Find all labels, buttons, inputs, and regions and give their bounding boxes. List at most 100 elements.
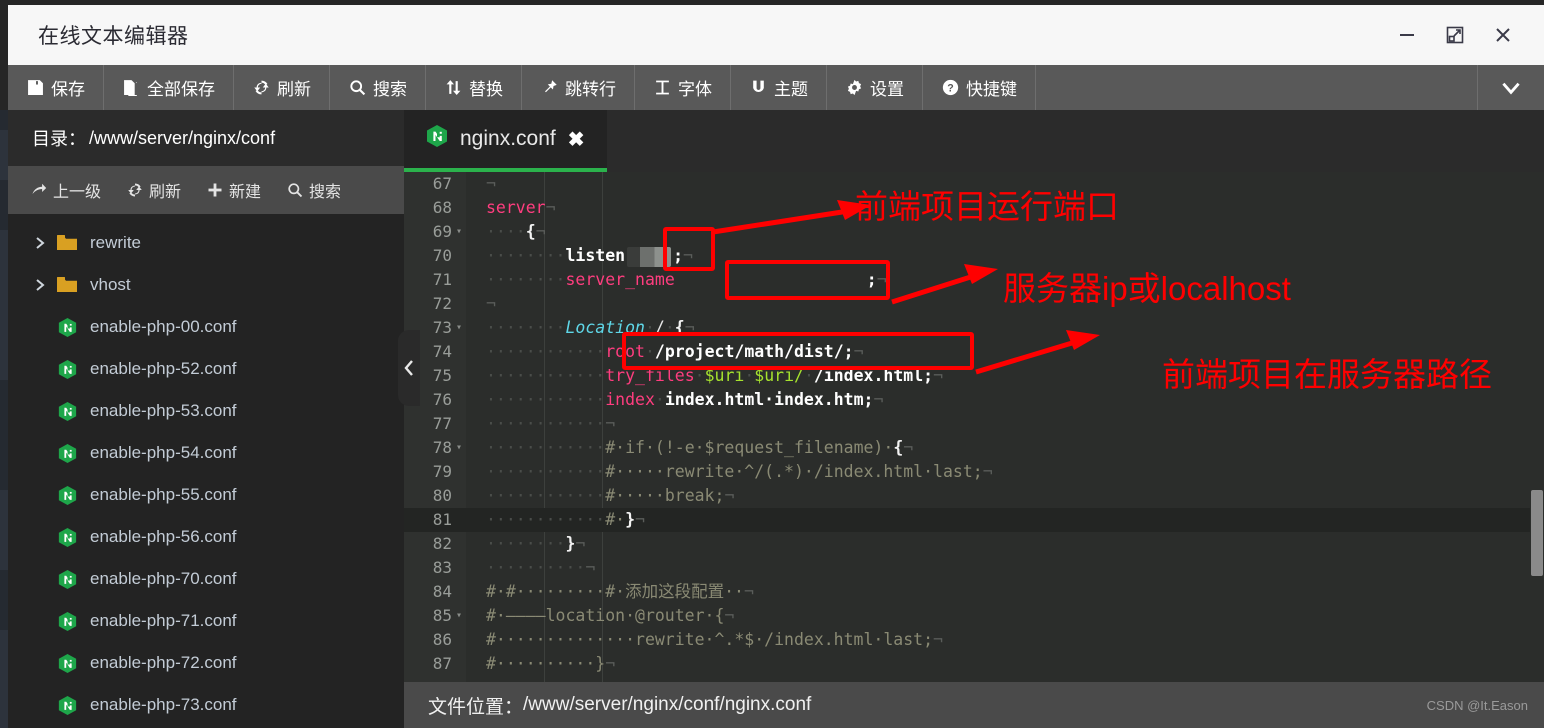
toolbar-item-label: 全部保存 — [147, 80, 215, 99]
sidebar-collapse-handle[interactable] — [398, 330, 420, 406]
file-name-label: enable-php-53.conf — [90, 401, 237, 420]
code-line[interactable]: 83 ··········¬ — [404, 556, 1544, 580]
editor-tab-bar: nginx.conf ✖ — [404, 110, 1544, 172]
toolbar-theme-button[interactable]: 主题 — [731, 65, 827, 110]
refresh-files-button[interactable]: 刷新 — [116, 178, 192, 202]
code-line[interactable]: 73 ▾ ········Location·/·{¬ — [404, 316, 1544, 340]
scrollbar-thumb[interactable] — [1531, 490, 1543, 576]
code-token: ¬ — [585, 558, 596, 577]
file-location-label: 文件位置： — [428, 696, 524, 718]
fold-toggle-icon[interactable]: ▾ — [452, 604, 466, 628]
new-file-button[interactable]: 新建 — [196, 178, 272, 202]
minimize-button[interactable] — [1394, 22, 1420, 48]
code-line[interactable]: 81 ············#·}¬ — [404, 508, 1544, 532]
go-up-button[interactable]: 上一级 — [20, 178, 112, 202]
code-token: ···· — [486, 246, 526, 265]
toolbar-refresh-button[interactable]: 刷新 — [234, 65, 330, 110]
toolbar-item-label: 跳转行 — [565, 80, 616, 99]
code-content[interactable]: 67 ¬ 68 server¬ 69 ▾ ····{¬ 70 ········listen ;¬ 7… — [404, 172, 1544, 676]
folder-row[interactable]: vhost — [8, 264, 404, 306]
code-text: #·————location·@router·{¬ — [486, 604, 734, 628]
chevron-right-icon[interactable] — [34, 277, 52, 293]
toolbar-goto-line-button[interactable]: 跳转行 — [522, 65, 635, 110]
code-text: #··············rewrite·^.*$·/index.html·… — [486, 628, 943, 652]
file-name-label: enable-php-55.conf — [90, 485, 237, 504]
file-row[interactable]: enable-php-53.conf — [8, 390, 404, 432]
code-line[interactable]: 70 ········listen ;¬ — [404, 244, 1544, 268]
code-line[interactable]: 72 ¬ — [404, 292, 1544, 316]
toolbar-font-button[interactable]: 字体 — [635, 65, 731, 110]
toolbar-settings-button[interactable]: 设置 — [827, 65, 923, 110]
code-line[interactable]: 71 ········server_name ;¬ — [404, 268, 1544, 292]
nginx-file-icon — [52, 611, 82, 632]
code-text: ············#·if·(!-e·$request_filename)… — [486, 436, 913, 460]
toolbar-shortcuts-button[interactable]: ? 快捷键 — [923, 65, 1036, 110]
file-row[interactable]: enable-php-52.conf — [8, 348, 404, 390]
code-line[interactable]: 78 ▾ ············#·if·(!-e·$request_filena… — [404, 436, 1544, 460]
code-line[interactable]: 79 ············#·····rewrite·^/(.*)·/inde… — [404, 460, 1544, 484]
toolbar-expand-button[interactable] — [1478, 65, 1544, 110]
toolbar-item-label: 替换 — [469, 80, 503, 99]
code-token: ¬ — [743, 582, 754, 601]
theme-icon — [749, 79, 767, 97]
code-text: ··········¬ — [486, 556, 595, 580]
fold-toggle-icon[interactable]: ▾ — [452, 316, 466, 340]
code-token: ········ — [525, 390, 606, 409]
file-row[interactable]: enable-php-71.conf — [8, 600, 404, 642]
svg-text:?: ? — [947, 82, 953, 94]
file-name-label: enable-php-00.conf — [90, 317, 237, 336]
fold-toggle-icon[interactable]: ▾ — [452, 436, 466, 460]
code-line[interactable]: 87 #··········}¬ — [404, 652, 1544, 676]
code-token: ···· — [486, 318, 526, 337]
toolbar-search-button[interactable]: 搜索 — [330, 65, 426, 110]
file-name-label: enable-php-56.conf — [90, 527, 237, 546]
editor-tab-nginx-conf[interactable]: nginx.conf ✖ — [404, 110, 607, 172]
file-name-label: enable-php-70.conf — [90, 569, 237, 588]
file-row[interactable]: enable-php-54.conf — [8, 432, 404, 474]
editor-tab-close-icon[interactable]: ✖ — [568, 127, 585, 152]
toolbar-save-button[interactable]: 保存 — [8, 65, 104, 110]
search-icon — [287, 182, 303, 198]
code-token: ¬ — [535, 222, 546, 241]
chevron-left-icon — [404, 360, 413, 376]
file-row[interactable]: enable-php-55.conf — [8, 474, 404, 516]
file-list: rewrite vhost enable-php-00.conf enable-php… — [8, 214, 404, 726]
code-text: ····{¬ — [486, 220, 546, 244]
toolbar-item-label: 快捷键 — [966, 80, 1017, 99]
code-line[interactable]: 77 ············¬ — [404, 412, 1544, 436]
code-line[interactable]: 80 ············#·····break;¬ — [404, 484, 1544, 508]
code-line[interactable]: 85 ▾ #·————location·@router·{¬ — [404, 604, 1544, 628]
file-row[interactable]: enable-php-00.conf — [8, 306, 404, 348]
toolbar-save-all-button[interactable]: 全部保存 — [104, 65, 234, 110]
file-row[interactable]: enable-php-56.conf — [8, 516, 404, 558]
toolbar-item-label: 搜索 — [373, 80, 407, 99]
code-token: ············ — [486, 414, 606, 433]
code-line[interactable]: 84 #·#·········#·添加这段配置··¬ — [404, 580, 1544, 604]
status-bar: 文件位置： /www/server/nginx/conf/nginx.conf … — [404, 682, 1544, 728]
file-row[interactable]: enable-php-73.conf — [8, 684, 404, 726]
replace-icon — [444, 79, 462, 97]
maximize-button[interactable] — [1442, 22, 1468, 48]
toolbar-replace-button[interactable]: 替换 — [426, 65, 522, 110]
line-number: 79 — [432, 462, 452, 481]
folder-icon — [52, 234, 82, 252]
chevron-right-icon[interactable] — [34, 235, 52, 251]
code-token: ¬ — [724, 606, 735, 625]
save-all-icon — [122, 79, 140, 97]
nginx-file-icon — [52, 401, 82, 422]
code-token: ············ — [486, 510, 606, 529]
close-button[interactable] — [1490, 22, 1516, 48]
code-line[interactable]: 86 #··············rewrite·^.*$·/index.htm… — [404, 628, 1544, 652]
file-location-path: /www/server/nginx/conf/nginx.conf — [523, 694, 812, 715]
code-viewport[interactable]: 67 ¬ 68 server¬ 69 ▾ ····{¬ 70 ········listen ;¬ 7… — [404, 172, 1544, 682]
file-row[interactable]: enable-php-72.conf — [8, 642, 404, 684]
editor-vertical-scrollbar[interactable] — [1530, 172, 1544, 682]
code-token: ···· — [486, 366, 526, 385]
folder-row[interactable]: rewrite — [8, 222, 404, 264]
fold-toggle-icon[interactable]: ▾ — [452, 220, 466, 244]
code-text: server¬ — [486, 196, 556, 220]
nginx-file-icon — [52, 653, 82, 674]
code-line[interactable]: 82 ········}¬ — [404, 532, 1544, 556]
file-row[interactable]: enable-php-70.conf — [8, 558, 404, 600]
search-files-button[interactable]: 搜索 — [276, 178, 352, 202]
